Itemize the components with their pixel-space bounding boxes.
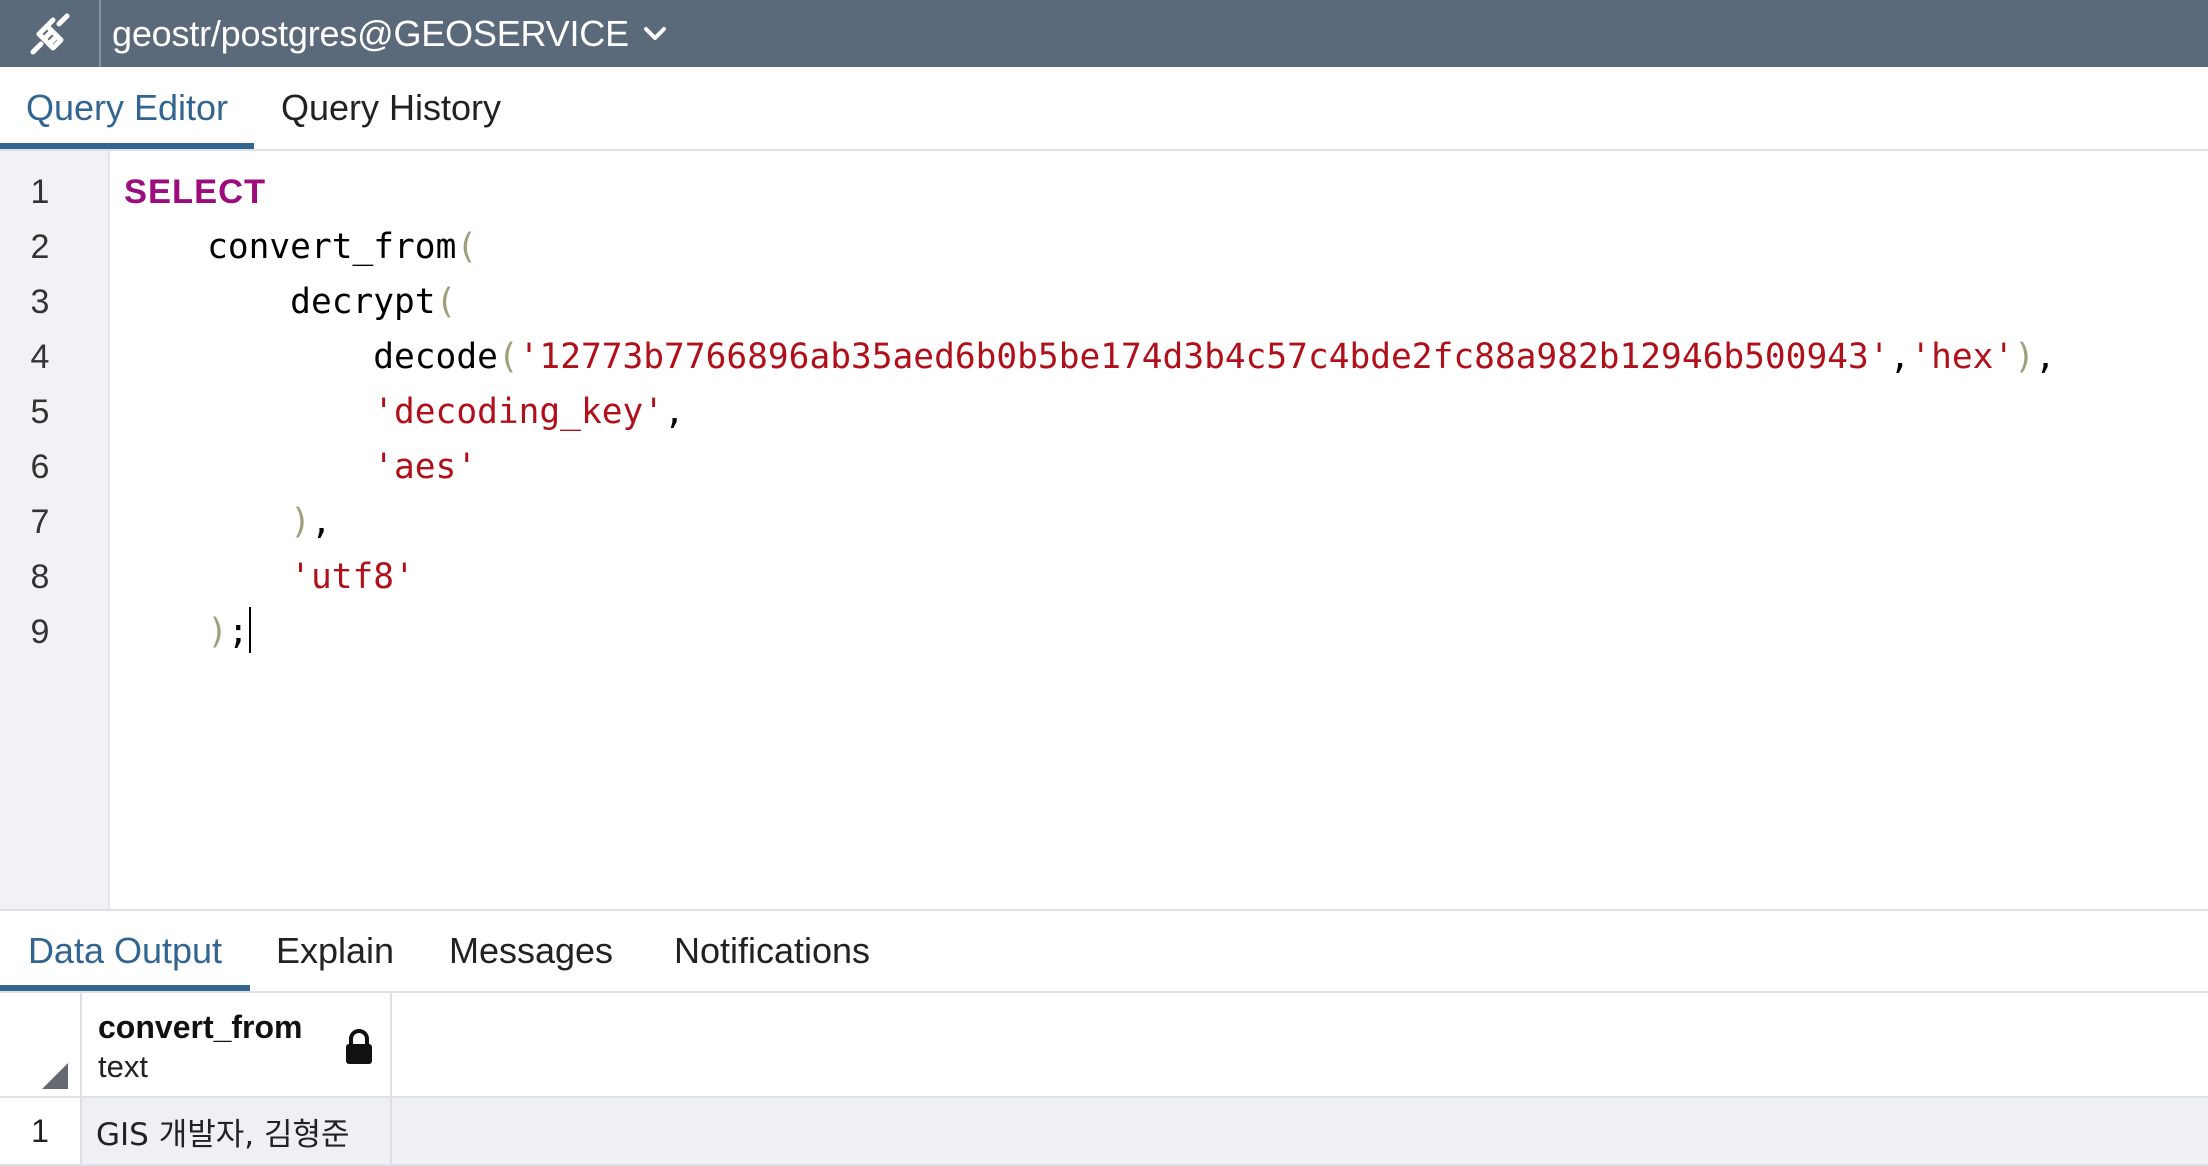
code-line: decode('12773b7766896ab35aed6b0b5be174d3… — [373, 337, 2056, 377]
tab-messages[interactable]: Messages — [432, 911, 630, 991]
row-number[interactable]: 1 — [0, 1098, 82, 1164]
line-number: 5 — [30, 393, 50, 431]
line-number: 6 — [30, 448, 50, 486]
tab-notifications[interactable]: Notifications — [654, 911, 890, 991]
result-tab-strip: Data Output Explain Messages Notificatio… — [0, 909, 2208, 993]
code-line: decrypt( — [290, 282, 457, 322]
code-line: 'aes' — [124, 440, 477, 495]
code-line: SELECT — [124, 165, 266, 220]
table-row[interactable]: 1 GIS 개발자, 김형준 — [0, 1098, 2208, 1166]
string-literal: '12773b7766896ab35aed6b0b5be174d3b4c57c4… — [518, 337, 1890, 377]
code-line: ); — [124, 605, 251, 660]
tab-explain[interactable]: Explain — [262, 911, 408, 991]
column-type: text — [98, 1049, 148, 1084]
tab-data-output[interactable]: Data Output — [0, 911, 250, 991]
string-literal: 'decoding_key' — [373, 392, 665, 432]
connection-label: geostr/postgres@GEOSERVICE — [112, 12, 629, 54]
tab-query-editor[interactable]: Query Editor — [0, 67, 254, 149]
function-name: decode — [373, 337, 498, 377]
string-literal: 'aes' — [373, 447, 478, 487]
line-number-gutter: 1 2 3 4 5 6 7 8 9 — [0, 151, 110, 909]
function-name: convert_from — [207, 227, 457, 267]
sql-editor[interactable]: 1 2 3 4 5 6 7 8 9 SELECT convert_from( d… — [0, 151, 2208, 909]
lock-icon — [346, 1029, 372, 1064]
line-number: 7 — [30, 503, 50, 541]
editor-tab-strip: Query Editor Query History — [0, 67, 2208, 151]
code-line: convert_from( — [207, 227, 478, 267]
line-number: 8 — [30, 558, 50, 596]
table-cell[interactable]: GIS 개발자, 김형준 — [82, 1098, 392, 1164]
connection-selector[interactable]: geostr/postgres@GEOSERVICE — [112, 0, 667, 67]
column-header-convert-from[interactable]: convert_from text — [82, 993, 392, 1098]
connection-bar: geostr/postgres@GEOSERVICE — [0, 0, 2208, 67]
code-line: 'decoding_key', — [373, 392, 685, 432]
line-number: 4 — [30, 338, 50, 376]
line-number: 3 — [30, 283, 50, 321]
code-line: 'utf8' — [124, 550, 415, 605]
line-number: 2 — [30, 228, 50, 266]
tab-query-history[interactable]: Query History — [262, 67, 520, 149]
select-all-corner[interactable] — [0, 993, 82, 1098]
text-cursor — [248, 607, 251, 653]
header-filler — [392, 993, 2208, 1098]
chevron-down-icon — [643, 26, 667, 42]
plug-connected-icon[interactable] — [0, 0, 101, 67]
line-number: 1 — [30, 173, 50, 211]
string-literal: 'utf8' — [290, 557, 415, 597]
resize-corner-icon — [42, 1063, 68, 1089]
code-line: ), — [290, 502, 332, 542]
column-name: convert_from — [98, 1009, 303, 1045]
function-name: decrypt — [290, 282, 436, 322]
line-number: 9 — [30, 613, 50, 651]
string-literal: 'hex' — [1910, 337, 2015, 377]
sql-keyword: SELECT — [124, 173, 267, 211]
data-output-grid: convert_from text 1 GIS 개발자, 김형준 — [0, 993, 2208, 1166]
